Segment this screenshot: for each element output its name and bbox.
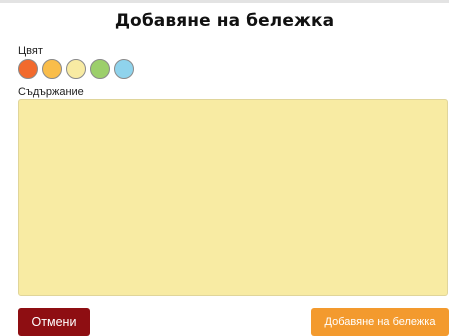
color-swatch-light-blue[interactable] xyxy=(114,59,134,79)
color-swatch-pale-yellow[interactable] xyxy=(66,59,86,79)
dialog-title: Добавяне на бележка xyxy=(114,11,335,31)
color-swatch-green[interactable] xyxy=(90,59,110,79)
color-label: Цвят xyxy=(18,45,43,57)
dialog-top-border xyxy=(0,0,449,3)
content-label: Съдържание xyxy=(18,86,84,98)
color-swatch-amber[interactable] xyxy=(42,59,62,79)
color-swatches xyxy=(18,59,134,81)
add-note-dialog: Добавяне на бележка Цвят Съдържание Отме… xyxy=(0,0,449,336)
content-textarea[interactable] xyxy=(18,99,448,296)
color-swatch-orange[interactable] xyxy=(18,59,38,79)
